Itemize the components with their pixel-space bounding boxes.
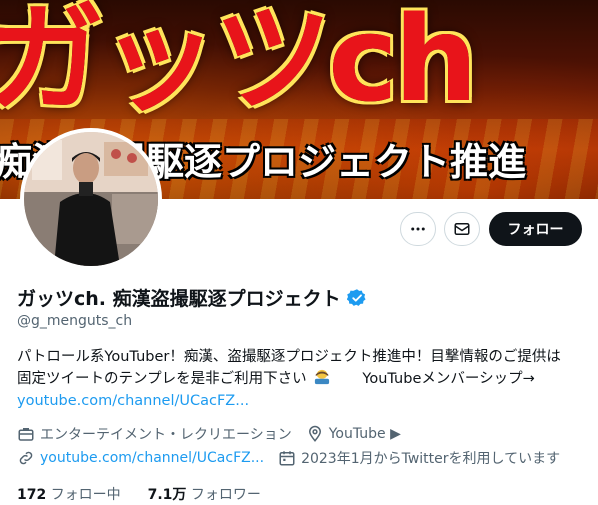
following-label: フォロー中 xyxy=(50,487,121,503)
followers-label: フォロワー xyxy=(190,487,261,503)
bio-line-2: 固定ツイートのテンプレを是非ご利用下さい YouTubeメンバーシップ→ xyxy=(17,368,587,390)
avatar[interactable] xyxy=(20,128,162,270)
more-button[interactable] xyxy=(400,212,436,246)
display-name: ガッツch. 痴漢盗撮駆逐プロジェクト xyxy=(17,284,367,311)
bio-line-2-tail: YouTubeメンバーシップ→ xyxy=(362,371,535,387)
location-item: YouTube ▶ xyxy=(306,425,401,443)
bio-link[interactable]: youtube.com/channel/UCacFZ... xyxy=(17,390,587,412)
banner-title: ガッツch xyxy=(0,0,478,128)
bowing-person-icon xyxy=(315,369,330,385)
link-icon xyxy=(19,451,33,465)
category-label: エンターテイメント・レクリエーション xyxy=(40,427,292,443)
bio: パトロール系YouTuber！痴漢、盗撮駆逐プロジェクト推進中！目撃情報のご提供… xyxy=(17,346,587,412)
more-icon xyxy=(411,227,425,231)
website-link[interactable]: youtube.com/channel/UCacFZ... xyxy=(40,450,264,466)
message-button[interactable] xyxy=(444,212,480,246)
follow-stats: 172 フォロー中 7.1万 フォロワー xyxy=(17,484,261,504)
category-item: エンターテイメント・レクリエーション xyxy=(17,424,292,444)
followers-count: 7.1万 xyxy=(147,487,187,503)
mail-icon xyxy=(454,223,470,235)
calendar-icon xyxy=(279,451,295,466)
profile-meta-row-2: youtube.com/channel/UCacFZ... 2023年1月からT… xyxy=(17,448,574,468)
handle: @g_menguts_ch xyxy=(17,313,133,329)
location-icon xyxy=(308,425,321,442)
following-link[interactable]: 172 フォロー中 xyxy=(17,487,125,503)
profile-meta-row-1: エンターテイメント・レクリエーション YouTube ▶ xyxy=(17,424,415,444)
website-item[interactable]: youtube.com/channel/UCacFZ... xyxy=(17,449,264,467)
display-name-text: ガッツch. 痴漢盗撮駆逐プロジェクト xyxy=(17,288,341,310)
bio-line-1: パトロール系YouTuber！痴漢、盗撮駆逐プロジェクト推進中！目撃情報のご提供… xyxy=(17,349,561,365)
bio-line-2-text: 固定ツイートのテンプレを是非ご利用下さい xyxy=(17,371,307,387)
followers-link[interactable]: 7.1万 フォロワー xyxy=(148,487,261,503)
avatar-photo xyxy=(24,132,158,266)
joined-item: 2023年1月からTwitterを利用しています xyxy=(278,448,560,468)
following-count: 172 xyxy=(17,487,47,503)
briefcase-icon xyxy=(18,428,34,441)
verified-badge-icon[interactable] xyxy=(346,288,367,308)
location-label: YouTube ▶ xyxy=(328,426,401,442)
joined-label: 2023年1月からTwitterを利用しています xyxy=(301,451,561,467)
follow-button[interactable]: フォロー xyxy=(489,212,582,246)
